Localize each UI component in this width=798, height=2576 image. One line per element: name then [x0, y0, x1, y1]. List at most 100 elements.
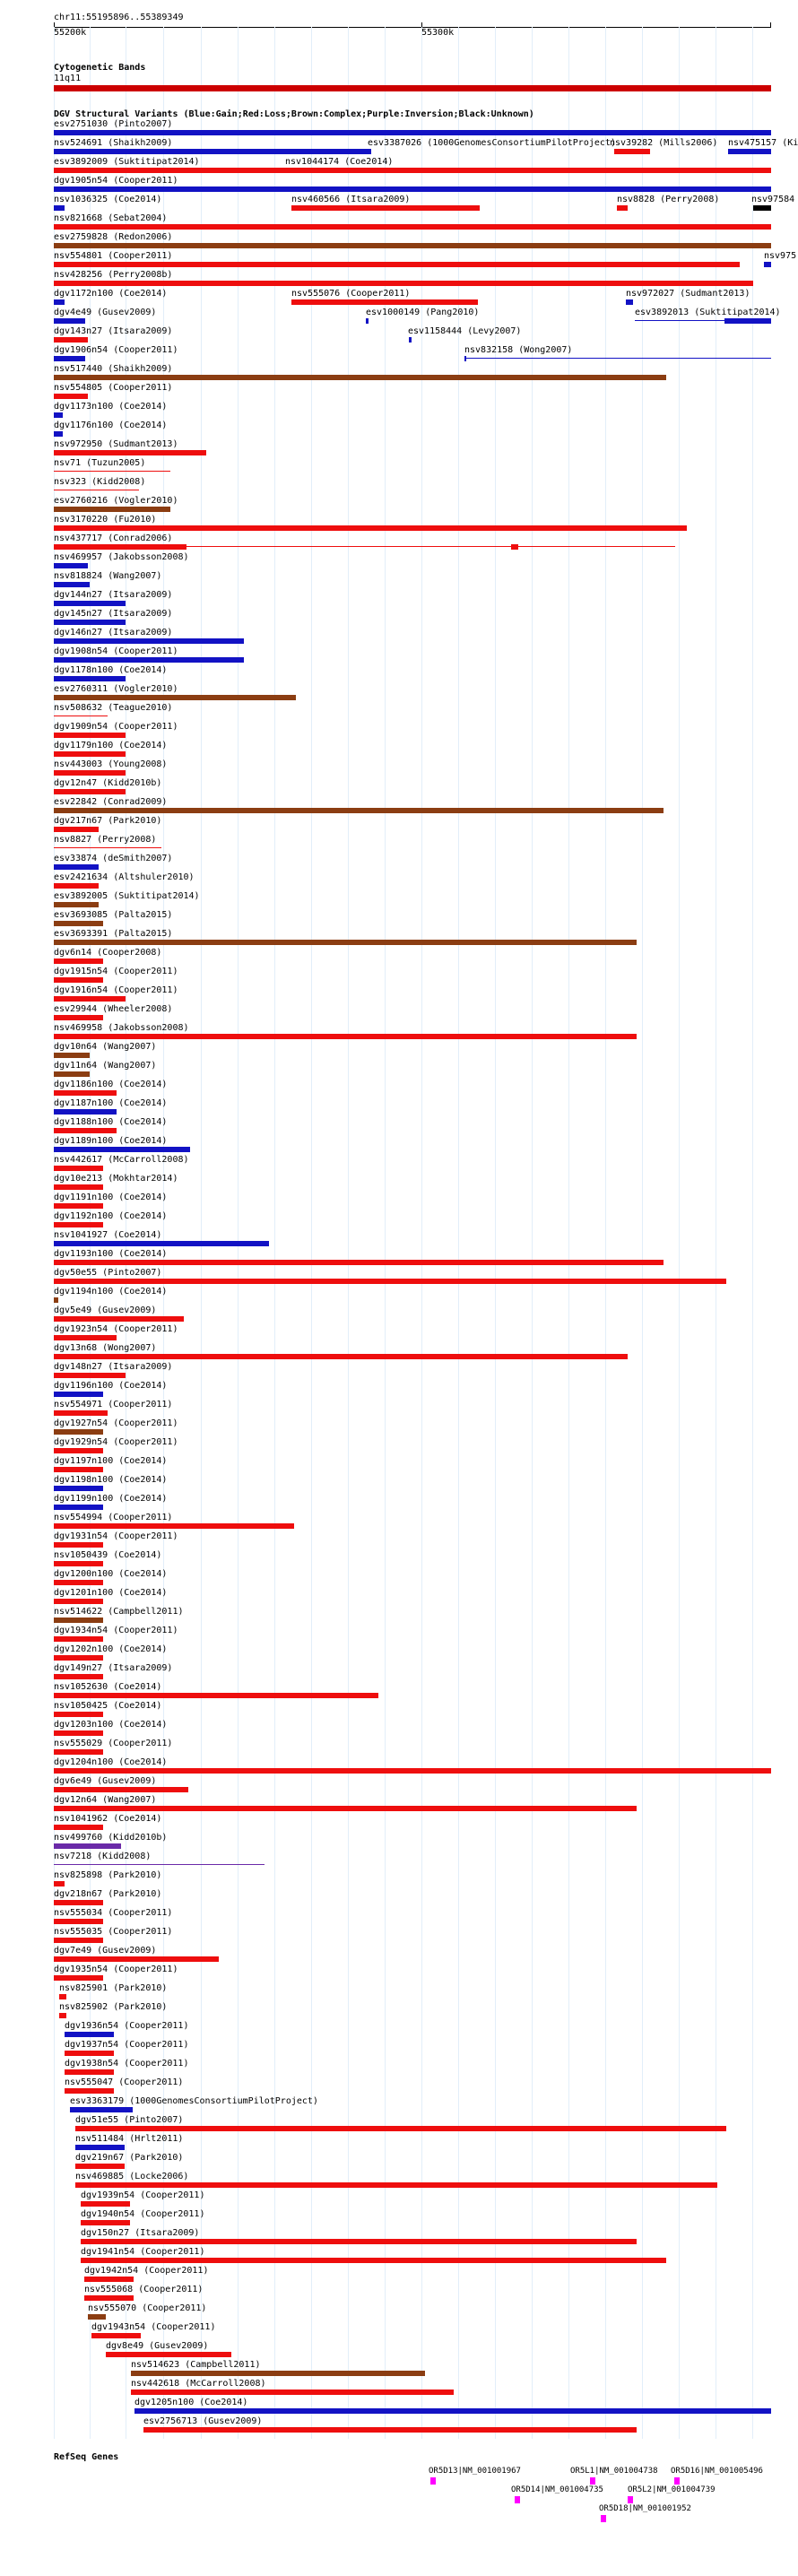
variant-label[interactable]: dgv143n27 (Itsara2009): [54, 326, 172, 337]
gene-bar[interactable]: [601, 2515, 606, 2522]
variant-bar[interactable]: [54, 356, 85, 361]
variant-label[interactable]: nsv8827 (Perry2008): [54, 835, 156, 846]
variant-label[interactable]: dgv144n27 (Itsara2009): [54, 590, 172, 601]
variant-label[interactable]: nsv1044174 (Coe2014): [285, 157, 393, 168]
variant-label[interactable]: nsv825898 (Park2010): [54, 1870, 161, 1881]
variant-label[interactable]: esv3892005 (Suktitipat2014): [54, 891, 200, 902]
variant-bar[interactable]: [54, 281, 753, 286]
variant-bar[interactable]: [54, 544, 186, 550]
variant-label[interactable]: dgv6e49 (Gusev2009): [54, 1776, 156, 1787]
variant-bar[interactable]: [81, 2239, 637, 2244]
variant-label[interactable]: nsv442617 (McCarroll2008): [54, 1155, 189, 1166]
variant-label[interactable]: nsv1041962 (Coe2014): [54, 1814, 161, 1825]
variant-label[interactable]: dgv1203n100 (Coe2014): [54, 1720, 167, 1730]
variant-bar[interactable]: [54, 205, 65, 211]
variant-label[interactable]: esv22842 (Conrad2009): [54, 797, 167, 808]
variant-bar[interactable]: [59, 2013, 66, 2018]
variant-label[interactable]: dgv13n68 (Wong2007): [54, 1343, 156, 1354]
variant-bar[interactable]: [54, 1975, 103, 1981]
variant-label[interactable]: dgv1200n100 (Coe2014): [54, 1569, 167, 1580]
variant-bar[interactable]: [54, 1260, 664, 1265]
variant-label[interactable]: dgv1909n54 (Cooper2011): [54, 722, 178, 733]
variant-bar[interactable]: [464, 356, 466, 361]
variant-label[interactable]: nsv469957 (Jakobsson2008): [54, 552, 189, 563]
variant-bar[interactable]: [54, 1730, 103, 1736]
variant-label[interactable]: dgv1172n100 (Coe2014): [54, 289, 167, 299]
variant-label[interactable]: esv3363179 (1000GenomesConsortiumPilotPr…: [70, 2096, 318, 2107]
variant-label[interactable]: dgv8e49 (Gusev2009): [106, 2341, 208, 2352]
variant-label[interactable]: esv2760216 (Vogler2010): [54, 496, 178, 507]
variant-label[interactable]: dgv217n67 (Park2010): [54, 816, 161, 827]
variant-bar[interactable]: [54, 582, 90, 587]
variant-bar[interactable]: [54, 412, 63, 418]
variant-bar[interactable]: [54, 733, 126, 738]
variant-bar[interactable]: [54, 676, 126, 681]
variant-bar[interactable]: [54, 1373, 126, 1378]
gene-bar[interactable]: [628, 2496, 633, 2503]
variant-bar[interactable]: [54, 1109, 117, 1115]
variant-label[interactable]: nsv975: [764, 251, 796, 262]
variant-label[interactable]: nsv460566 (Itsara2009): [291, 195, 410, 205]
variant-label[interactable]: dgv1196n100 (Coe2014): [54, 1381, 167, 1392]
variant-bar[interactable]: [186, 546, 675, 547]
variant-label[interactable]: dgv7e49 (Gusev2009): [54, 1946, 156, 1956]
variant-label[interactable]: nsv508632 (Teague2010): [54, 703, 172, 714]
variant-bar[interactable]: [131, 2371, 425, 2376]
variant-bar[interactable]: [54, 1505, 103, 1510]
variant-bar[interactable]: [134, 2408, 771, 2414]
variant-label[interactable]: esv3387026 (1000GenomesConsortiumPilotPr…: [368, 138, 616, 149]
variant-bar[interactable]: [54, 751, 126, 757]
variant-label[interactable]: dgv1938n54 (Cooper2011): [65, 2059, 188, 2069]
variant-label[interactable]: nsv972027 (Sudmant2013): [626, 289, 750, 299]
variant-label[interactable]: esv3693085 (Palta2015): [54, 910, 172, 921]
variant-bar[interactable]: [54, 224, 771, 230]
variant-bar[interactable]: [54, 958, 103, 964]
variant-label[interactable]: nsv514623 (Campbell2011): [131, 2360, 261, 2371]
variant-bar[interactable]: [91, 2333, 141, 2338]
variant-label[interactable]: dgv1189n100 (Coe2014): [54, 1136, 167, 1147]
variant-bar[interactable]: [54, 149, 368, 154]
variant-bar[interactable]: [54, 847, 161, 848]
variant-bar[interactable]: [75, 2145, 125, 2150]
variant-bar[interactable]: [54, 996, 126, 1002]
variant-label[interactable]: nsv1041927 (Coe2014): [54, 1230, 161, 1241]
variant-label[interactable]: dgv6n14 (Cooper2008): [54, 948, 161, 958]
variant-bar[interactable]: [54, 1166, 103, 1171]
variant-bar[interactable]: [131, 2390, 454, 2395]
variant-bar[interactable]: [54, 318, 85, 324]
variant-bar[interactable]: [65, 2032, 114, 2037]
variant-label[interactable]: nsv825901 (Park2010): [59, 1983, 167, 1994]
variant-bar[interactable]: [54, 525, 687, 531]
variant-bar[interactable]: [291, 205, 480, 211]
variant-label[interactable]: nsv1050439 (Coe2014): [54, 1550, 161, 1561]
variant-bar[interactable]: [54, 1090, 117, 1096]
variant-bar[interactable]: [54, 450, 206, 455]
variant-label[interactable]: dgv5e49 (Gusev2009): [54, 1305, 156, 1316]
variant-label[interactable]: dgv1941n54 (Cooper2011): [81, 2247, 204, 2258]
variant-bar[interactable]: [54, 130, 771, 135]
variant-bar[interactable]: [54, 657, 244, 663]
variant-label[interactable]: nsv517440 (Shaikh2009): [54, 364, 172, 375]
variant-bar[interactable]: [143, 2427, 637, 2433]
variant-bar[interactable]: [54, 1335, 117, 1340]
variant-bar[interactable]: [54, 1071, 90, 1077]
variant-label[interactable]: nsv437717 (Conrad2006): [54, 533, 172, 544]
variant-label[interactable]: nsv555070 (Cooper2011): [88, 2303, 206, 2314]
variant-label[interactable]: nsv428256 (Perry2008b): [54, 270, 172, 281]
variant-bar[interactable]: [635, 320, 724, 321]
variant-bar[interactable]: [291, 299, 478, 305]
variant-label[interactable]: nsv469958 (Jakobsson2008): [54, 1023, 189, 1034]
variant-bar[interactable]: [54, 1919, 103, 1924]
variant-bar[interactable]: [54, 1580, 103, 1585]
variant-bar[interactable]: [54, 1599, 103, 1604]
variant-label[interactable]: dgv11n64 (Wang2007): [54, 1061, 156, 1071]
variant-bar[interactable]: [65, 2051, 114, 2056]
variant-label[interactable]: nsv554801 (Cooper2011): [54, 251, 172, 262]
variant-label[interactable]: nsv8828 (Perry2008): [617, 195, 719, 205]
variant-label[interactable]: dgv1908n54 (Cooper2011): [54, 646, 178, 657]
variant-bar[interactable]: [54, 1203, 103, 1209]
variant-bar[interactable]: [409, 337, 412, 343]
variant-label[interactable]: dgv150n27 (Itsara2009): [81, 2228, 199, 2239]
gene-bar[interactable]: [430, 2477, 436, 2485]
variant-bar[interactable]: [54, 1184, 103, 1190]
